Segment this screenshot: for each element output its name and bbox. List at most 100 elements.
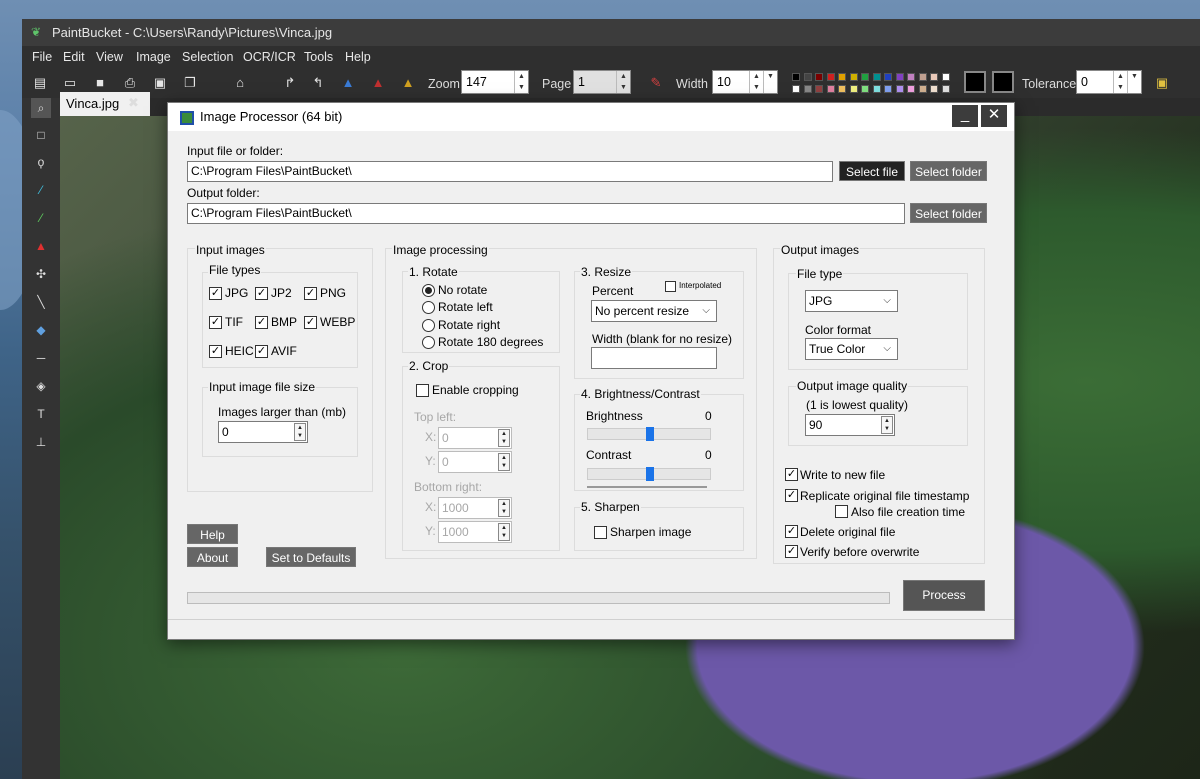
larger-than-input[interactable]: 0 ▲ ▼ bbox=[218, 421, 308, 443]
palette-swatch[interactable] bbox=[792, 85, 800, 93]
menu-edit[interactable]: Edit bbox=[63, 50, 85, 64]
jp2-checkbox[interactable]: ✓ bbox=[255, 287, 268, 300]
straight-line-icon[interactable]: ─ bbox=[31, 348, 51, 368]
foreground-color-swatch[interactable] bbox=[964, 71, 986, 93]
close-tab-icon[interactable]: ✖ bbox=[128, 95, 142, 111]
eraser-icon[interactable]: ◆ bbox=[31, 320, 51, 340]
palette-swatch[interactable] bbox=[884, 85, 892, 93]
bmp-checkbox[interactable]: ✓ bbox=[255, 316, 268, 329]
palette-swatch[interactable] bbox=[849, 73, 858, 81]
pen-tool-icon[interactable]: ✎ bbox=[648, 75, 664, 91]
br-x-spinner-icon[interactable]: ▲ ▼ bbox=[498, 499, 510, 517]
zoom-input[interactable]: 147 ▲ ▼ bbox=[461, 70, 529, 94]
palette-swatch[interactable] bbox=[930, 73, 938, 81]
palette-swatch[interactable] bbox=[815, 73, 823, 81]
palette-swatch[interactable] bbox=[861, 73, 869, 81]
palette-swatch[interactable] bbox=[838, 85, 846, 93]
rect-select-icon[interactable]: □ bbox=[31, 125, 51, 145]
contrast-slider-thumb[interactable] bbox=[646, 467, 654, 481]
no-rotate-radio[interactable] bbox=[422, 284, 435, 297]
select-file-button[interactable]: Select file bbox=[839, 161, 905, 181]
output-path-field[interactable]: C:\Program Files\PaintBucket\ bbox=[187, 203, 905, 224]
print-icon[interactable]: ⎙ bbox=[122, 75, 138, 91]
palette-swatch[interactable] bbox=[872, 73, 881, 81]
palette-swatch[interactable] bbox=[872, 85, 881, 93]
scanner-icon[interactable]: ⌂ bbox=[232, 75, 248, 91]
set-defaults-button[interactable]: Set to Defaults bbox=[266, 547, 356, 567]
color-palette[interactable] bbox=[792, 70, 962, 96]
open-folder-icon[interactable]: ▭ bbox=[62, 75, 78, 91]
menu-ocr-icr[interactable]: OCR/ICR bbox=[243, 50, 296, 64]
background-color-swatch[interactable] bbox=[992, 71, 1014, 93]
larger-than-spinner-icon[interactable]: ▲ ▼ bbox=[294, 423, 306, 441]
percent-select[interactable]: No percent resize ⌵ bbox=[591, 300, 717, 322]
clear-tool-icon[interactable]: ◈ bbox=[31, 376, 51, 396]
select-folder-button[interactable]: Select folder bbox=[910, 161, 987, 181]
palette-swatch[interactable] bbox=[884, 73, 892, 81]
close-icon[interactable]: ✕ bbox=[981, 105, 1007, 127]
brush-icon[interactable]: ⁄ bbox=[31, 208, 51, 228]
jpg-checkbox[interactable]: ✓ bbox=[209, 287, 222, 300]
rotate-right-radio[interactable] bbox=[422, 319, 435, 332]
top-left-x-input[interactable]: 0 ▲ ▼ bbox=[438, 427, 512, 449]
png-checkbox[interactable]: ✓ bbox=[304, 287, 317, 300]
file-type-select[interactable]: JPG ⌵ bbox=[805, 290, 898, 312]
webp-checkbox[interactable]: ✓ bbox=[304, 316, 317, 329]
page-input[interactable]: 1 ▲ ▼ bbox=[573, 70, 631, 94]
width-spinner-icon[interactable]: ▲ ▼ bbox=[749, 71, 763, 93]
palette-swatch[interactable] bbox=[930, 85, 938, 93]
palette-swatch[interactable] bbox=[826, 85, 835, 93]
lasso-icon[interactable]: ϙ bbox=[31, 152, 51, 172]
palette-swatch[interactable] bbox=[907, 85, 915, 93]
stamp-icon[interactable]: ⊥ bbox=[31, 432, 51, 452]
width-dropdown-icon[interactable]: ▼ bbox=[763, 71, 777, 93]
menu-selection[interactable]: Selection bbox=[182, 50, 233, 64]
write-new-file-checkbox[interactable]: ✓ bbox=[785, 468, 798, 481]
color-format-select[interactable]: True Color ⌵ bbox=[805, 338, 898, 360]
menu-tools[interactable]: Tools bbox=[304, 50, 333, 64]
page-spinner-icon[interactable]: ▲ ▼ bbox=[616, 71, 630, 93]
rotate-left-radio[interactable] bbox=[422, 301, 435, 314]
fill-bucket-icon[interactable]: ▲ bbox=[31, 236, 51, 256]
palette-swatch[interactable] bbox=[838, 73, 846, 81]
menu-view[interactable]: View bbox=[96, 50, 123, 64]
redo-icon[interactable]: ↱ bbox=[282, 75, 298, 91]
tl-y-spinner-icon[interactable]: ▲ ▼ bbox=[498, 453, 510, 471]
copy-icon[interactable]: ❐ bbox=[182, 75, 198, 91]
palette-swatch[interactable] bbox=[861, 85, 869, 93]
palette-swatch[interactable] bbox=[941, 73, 950, 81]
airbrush-icon[interactable]: ✣ bbox=[31, 264, 51, 284]
select-output-folder-button[interactable]: Select folder bbox=[910, 203, 987, 223]
avif-checkbox[interactable]: ✓ bbox=[255, 345, 268, 358]
palette-swatch[interactable] bbox=[792, 73, 800, 81]
text-tool-icon[interactable]: T bbox=[31, 404, 51, 424]
heic-checkbox[interactable]: ✓ bbox=[209, 345, 222, 358]
palette-swatch[interactable] bbox=[941, 85, 950, 93]
tl-x-spinner-icon[interactable]: ▲ ▼ bbox=[498, 429, 510, 447]
resize-width-input[interactable] bbox=[591, 347, 717, 369]
scan-icon[interactable]: ▣ bbox=[152, 75, 168, 91]
palette-swatch[interactable] bbox=[907, 73, 915, 81]
verify-overwrite-checkbox[interactable]: ✓ bbox=[785, 545, 798, 558]
top-left-y-input[interactable]: 0 ▲ ▼ bbox=[438, 451, 512, 473]
tolerance-spinner-icon[interactable]: ▲ ▼ bbox=[1113, 71, 1127, 93]
input-path-field[interactable]: C:\Program Files\PaintBucket\ bbox=[187, 161, 833, 182]
pencil-icon[interactable]: ⁄ bbox=[31, 180, 51, 200]
quality-spinner-icon[interactable]: ▲ ▼ bbox=[881, 416, 893, 434]
menu-help[interactable]: Help bbox=[345, 50, 371, 64]
palette-swatch[interactable] bbox=[815, 85, 823, 93]
about-button[interactable]: About bbox=[187, 547, 238, 567]
enable-cropping-checkbox[interactable] bbox=[416, 384, 429, 397]
palette-swatch[interactable] bbox=[803, 73, 812, 81]
palette-swatch[interactable] bbox=[803, 85, 812, 93]
undo-icon[interactable]: ↰ bbox=[310, 75, 326, 91]
replicate-timestamp-checkbox[interactable]: ✓ bbox=[785, 489, 798, 502]
zoom-tool-icon[interactable]: ⌕ bbox=[31, 98, 51, 118]
save-icon[interactable]: ■ bbox=[92, 75, 108, 91]
color-triangle-red-icon[interactable]: ▲ bbox=[370, 75, 386, 91]
minimize-icon[interactable]: _ bbox=[952, 105, 978, 127]
br-y-spinner-icon[interactable]: ▲ ▼ bbox=[498, 523, 510, 541]
width-input[interactable]: 10 ▲ ▼ ▼ bbox=[712, 70, 778, 94]
delete-original-checkbox[interactable]: ✓ bbox=[785, 525, 798, 538]
settings-panel-icon[interactable]: ▣ bbox=[1154, 75, 1170, 91]
